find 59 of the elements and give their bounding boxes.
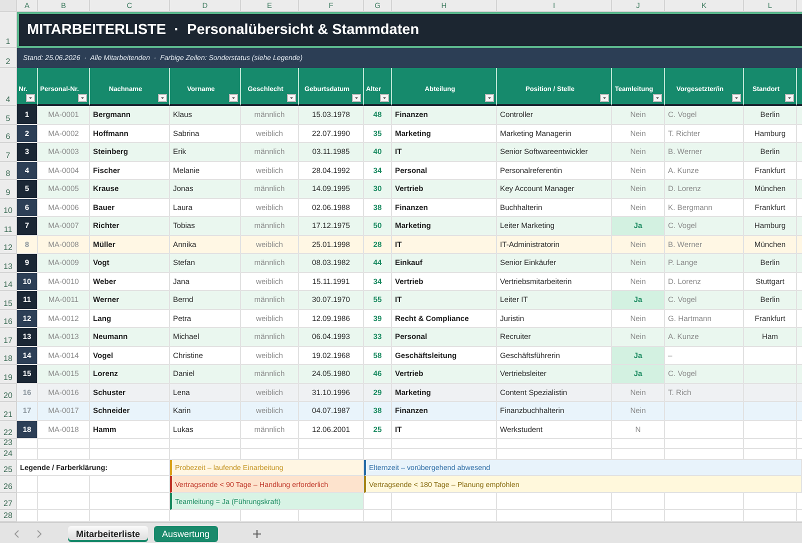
filter-dropdown-icon[interactable] [78,94,87,102]
empty-cell [170,439,241,449]
empty-cell [364,439,392,449]
empty-cell [612,439,665,449]
row-number: 9 [0,180,17,198]
filter-dropdown-icon[interactable] [600,94,609,102]
next-sheet-icon[interactable] [34,528,44,538]
row-number: 28 [0,510,17,522]
row-number: 2 [0,48,17,68]
row-number: 19 [0,365,17,384]
row-number: 16 [0,310,17,328]
filter-dropdown-icon[interactable] [287,94,296,102]
sheet-tab[interactable]: Auswertung [154,526,218,542]
title-banner: MITARBEITERLISTE · Personalübersicht & Stammdaten [17,12,802,48]
row-number: 23 [0,439,17,449]
table-cell [744,420,797,439]
row-number: 21 [0,402,17,420]
row-number: 10 [0,198,17,217]
filter-dropdown-icon[interactable] [26,94,35,102]
empty-cell [299,439,364,449]
row-number: 12 [0,236,17,254]
filter-dropdown-icon[interactable] [653,94,662,102]
row-number: 11 [0,217,17,236]
previous-sheet-icon[interactable] [12,528,22,538]
row-number: 7 [0,143,17,162]
empty-cell [744,493,797,510]
filter-dropdown-icon[interactable] [352,94,361,102]
row-number: 22 [0,420,17,439]
empty-cell [38,476,90,493]
empty-cell [38,439,90,449]
empty-cell [744,439,797,449]
row-number: 17 [0,328,17,346]
empty-cell [241,439,299,449]
filter-dropdown-icon[interactable] [158,94,167,102]
empty-cell [612,493,665,510]
filter-dropdown-icon[interactable] [229,94,238,102]
filter-dropdown-icon[interactable] [785,94,794,102]
filter-dropdown-icon[interactable] [485,94,494,102]
row-number: 4 [0,68,17,106]
row-number: 6 [0,124,17,143]
add-sheet-icon[interactable] [252,528,262,538]
empty-cell [38,493,90,510]
row-number: 1 [0,12,17,48]
row-number: 18 [0,346,17,365]
row-number: 13 [0,254,17,272]
header-cell [797,68,802,106]
row-number: 20 [0,384,17,402]
row-number: 5 [0,106,17,124]
row-number: 24 [0,449,17,460]
row-number: 8 [0,162,17,180]
row-number: 15 [0,291,17,310]
filter-dropdown-icon[interactable] [732,94,741,102]
row-number: 25 [0,460,17,476]
row-number: 26 [0,476,17,493]
row-number: 27 [0,493,17,510]
filter-dropdown-icon[interactable] [380,94,389,102]
empty-cell [38,449,90,460]
row-number: 14 [0,272,17,291]
sheet-tab[interactable]: Mitarbeiterliste [68,526,148,542]
